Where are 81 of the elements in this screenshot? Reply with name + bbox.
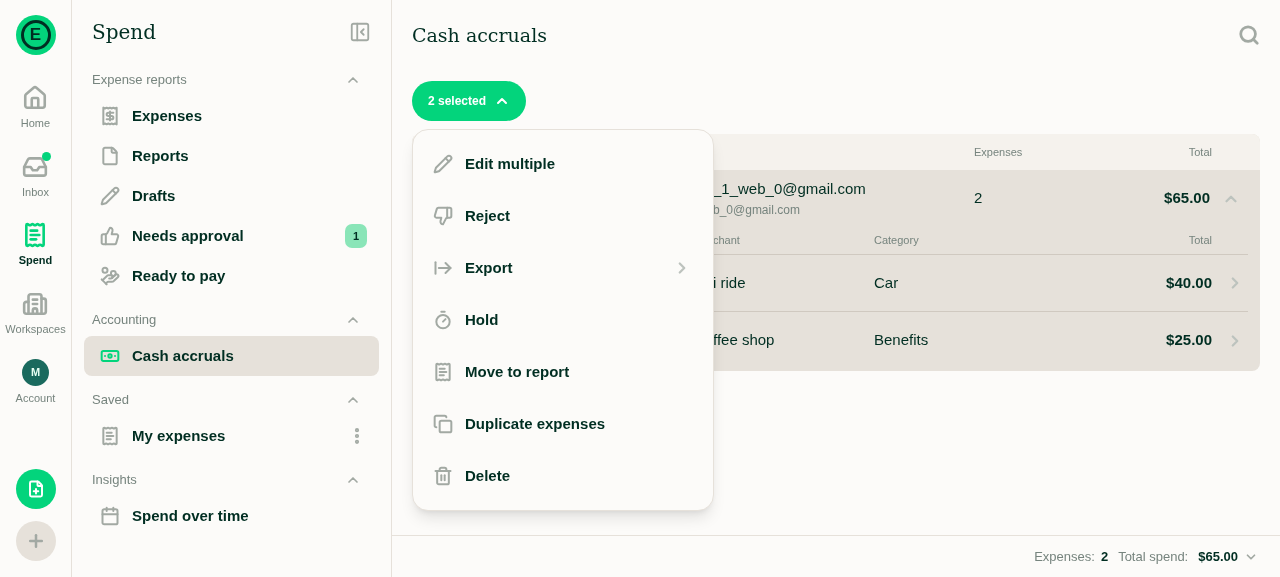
sidebar-item[interactable]: Cash accruals: [84, 336, 379, 376]
section-title: Accounting: [92, 311, 157, 330]
category-cell-text: Benefits: [874, 330, 929, 351]
document-icon: [100, 146, 120, 166]
section-title: Expense reports: [92, 71, 187, 90]
menu-item-label: Duplicate expenses: [465, 413, 607, 434]
group-subtitle: b_0@gmail.com: [713, 201, 801, 219]
expenses-label: Expenses:: [1034, 547, 1095, 566]
page-title: Cash accruals: [412, 22, 547, 48]
sidebar-item-label: My expenses: [132, 425, 227, 446]
sidebar-item-label: Needs approval: [132, 225, 245, 246]
total-spend-label: Total spend:: [1118, 547, 1189, 566]
total-cell-text: $40.00: [1166, 272, 1212, 293]
home-icon: [22, 85, 49, 111]
sidebar-item-label: Expenses: [132, 105, 204, 126]
menu-item[interactable]: Edit multiple: [413, 138, 713, 190]
count-badge: 1: [344, 223, 367, 249]
rail-nav-item[interactable]: Workspaces: [5, 290, 66, 337]
sidebar-item[interactable]: Expenses: [84, 96, 379, 136]
rail-nav-item[interactable]: Inbox: [22, 153, 49, 200]
category-cell-text: Car: [874, 272, 899, 293]
rail-nav-item[interactable]: M Account: [15, 359, 56, 407]
thumbs-down-icon: [433, 206, 453, 226]
sidebar-item[interactable]: My expenses: [84, 416, 379, 456]
receipt-icon: [100, 106, 120, 126]
merchant-cell-text: i ride: [712, 272, 747, 293]
avatar: M: [22, 359, 49, 386]
menu-item[interactable]: Delete: [413, 450, 713, 502]
timer-icon: [433, 310, 453, 330]
menu-item-label: Edit multiple: [465, 153, 556, 174]
logo-icon[interactable]: E: [15, 15, 56, 55]
rail-nav-item[interactable]: Spend: [18, 222, 53, 269]
calendar-icon: [100, 506, 120, 526]
sidebar-item-label: Reports: [132, 145, 190, 166]
expense-count: 2: [974, 188, 983, 209]
thumbs-up-icon: [100, 226, 120, 246]
sidebar-item[interactable]: Drafts: [84, 176, 379, 216]
expenses-count: 2: [1100, 547, 1109, 566]
search-icon[interactable]: [1238, 24, 1260, 46]
file-plus-icon: [26, 480, 45, 498]
add-button[interactable]: [15, 521, 56, 561]
receipt-icon: [100, 426, 120, 446]
menu-item[interactable]: Move to report: [413, 346, 713, 398]
merchant-cell-text: ffee shop: [712, 330, 776, 351]
new-expense-button[interactable]: [15, 469, 56, 509]
section-title: Saved: [92, 391, 129, 410]
menu-item-label: Move to report: [465, 361, 571, 382]
sidebar-item-label: Cash accruals: [132, 345, 235, 366]
sidebar-title: Spend: [92, 19, 157, 46]
menu-item-label: Hold: [465, 309, 500, 330]
pencil-icon: [433, 154, 453, 174]
export-icon: [433, 258, 453, 278]
menu-item-label: Export: [465, 257, 514, 278]
total-cell-text: $25.00: [1166, 330, 1212, 351]
column-header: Expenses: [974, 144, 1023, 160]
sidebar-item-label: Ready to pay: [132, 265, 227, 286]
column-header: chant: [712, 233, 741, 249]
sidebar-item[interactable]: Reports: [84, 136, 379, 176]
sidebar-item[interactable]: Spend over time: [84, 496, 379, 536]
column-header: Total: [1188, 144, 1212, 160]
rail-nav-item[interactable]: Home: [20, 85, 51, 132]
menu-item[interactable]: Reject: [413, 190, 713, 242]
column-header: Total: [1188, 233, 1212, 249]
section-title: Insights: [92, 471, 137, 490]
building-icon: [22, 290, 49, 317]
menu-item-label: Reject: [465, 205, 512, 226]
menu-item[interactable]: Duplicate expenses: [413, 398, 713, 450]
collapse-sidebar-icon[interactable]: [349, 21, 371, 43]
sidebar-item-label: Drafts: [132, 185, 177, 206]
pencil-icon: [100, 186, 120, 206]
sidebar-item-label: Spend over time: [132, 505, 250, 526]
copy-icon: [433, 414, 453, 434]
menu-item-label: Delete: [465, 465, 512, 486]
sidebar-item[interactable]: Ready to pay: [84, 256, 379, 296]
sidebar-item[interactable]: Needs approval 1: [84, 216, 379, 256]
group-total: $65.00: [1164, 188, 1210, 209]
total-spend-value: $65.00: [1198, 547, 1238, 566]
receipt-icon: [433, 362, 453, 382]
column-header: Category: [874, 233, 919, 249]
group-title: _1_web_0@gmail.com: [713, 179, 867, 200]
trash-icon: [433, 466, 453, 486]
